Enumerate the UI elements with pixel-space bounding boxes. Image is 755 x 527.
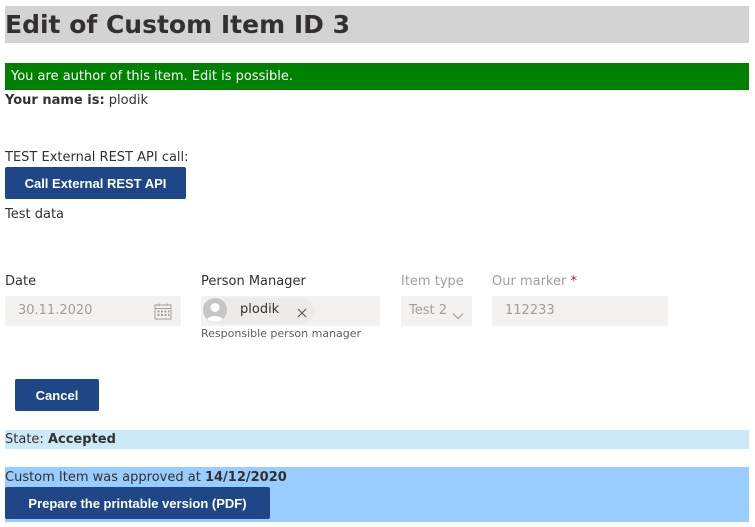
item-type-value: Test 2 bbox=[409, 303, 448, 318]
approval-text: Custom Item was approved at bbox=[5, 470, 201, 485]
user-name-value: plodik bbox=[108, 93, 149, 108]
persona-name: plodik bbox=[240, 302, 280, 317]
rest-api-label: TEST External REST API call: bbox=[5, 150, 189, 165]
our-marker-label: Our marker * bbox=[492, 274, 577, 290]
page-title: Edit of Custom Item ID 3 bbox=[5, 10, 350, 39]
prepare-pdf-button[interactable]: Prepare the printable version (PDF) bbox=[5, 487, 270, 519]
person-icon bbox=[203, 298, 227, 322]
call-rest-api-button[interactable]: Call External REST API bbox=[5, 167, 186, 199]
state-bar bbox=[5, 430, 749, 449]
state-label: State: bbox=[5, 432, 44, 447]
state-value: Accepted bbox=[47, 432, 116, 447]
calendar-icon[interactable] bbox=[154, 303, 172, 320]
approval-date: 14/12/2020 bbox=[204, 470, 287, 485]
user-name-label: Your name is: bbox=[5, 93, 105, 108]
required-asterisk: * bbox=[570, 274, 577, 289]
approval-line: Custom Item was approved at 14/12/2020 bbox=[5, 470, 287, 486]
close-icon[interactable] bbox=[296, 304, 308, 318]
user-name-line: Your name is: plodik bbox=[5, 93, 148, 109]
item-type-label: Item type bbox=[401, 274, 464, 289]
date-value: 30.11.2020 bbox=[18, 303, 93, 318]
our-marker-label-text: Our marker bbox=[492, 274, 567, 289]
person-manager-label: Person Manager bbox=[201, 274, 306, 289]
person-manager-description: Responsible person manager bbox=[201, 327, 362, 340]
cancel-button[interactable]: Cancel bbox=[15, 379, 99, 411]
our-marker-value: 112233 bbox=[505, 303, 555, 318]
state-line: State: Accepted bbox=[5, 432, 116, 448]
author-banner: You are author of this item. Edit is pos… bbox=[5, 63, 749, 90]
rest-api-result: Test data bbox=[5, 207, 65, 222]
date-label: Date bbox=[5, 274, 37, 289]
chevron-down-icon bbox=[452, 306, 464, 320]
